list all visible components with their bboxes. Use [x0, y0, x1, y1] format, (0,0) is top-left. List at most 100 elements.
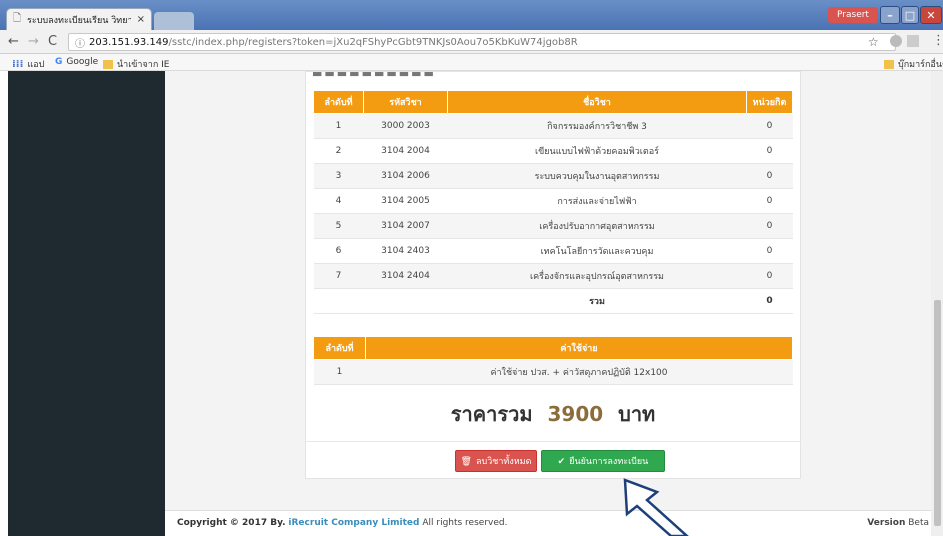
bookmark-label: แอป [27, 60, 45, 70]
minimize-button[interactable]: – [880, 6, 900, 24]
scrollbar-thumb[interactable] [934, 300, 941, 526]
cell-empty [313, 288, 364, 314]
screen: 🗋 ระบบลงทะเบียนเรียน วิทยาลั × Prasert –… [0, 0, 943, 536]
bookmark-label: บุ๊กมาร์กอื่นๆ [898, 60, 943, 70]
apps-grid-icon: ⁞⁞⁞ [12, 58, 24, 70]
bookmark-google[interactable]: G Google [55, 57, 98, 67]
table-row: 2 3104 2004 เขียนแบบไฟฟ้าด้วยคอมพิวเตอร์… [313, 138, 793, 164]
cell-code: 3000 2003 [363, 113, 448, 139]
url-input[interactable]: ⓘ 203.151.93.149 /sstc/index.php/registe… [68, 33, 896, 51]
browser-titlebar: 🗋 ระบบลงทะเบียนเรียน วิทยาลั × Prasert –… [0, 0, 943, 30]
cell-code: 3104 2403 [363, 238, 448, 264]
forward-icon[interactable]: → [28, 34, 39, 49]
cell-no: 4 [313, 188, 364, 214]
cell-code: 3104 2005 [363, 188, 448, 214]
address-bar: ← → C ⓘ 203.151.93.149 /sstc/index.php/r… [0, 30, 943, 54]
cell-no: 3 [313, 163, 364, 189]
google-icon: G [55, 57, 63, 67]
table-header-row: ลำดับที่ ค่าใช้จ่าย [313, 336, 793, 360]
bookmark-label: Google [66, 57, 99, 67]
cell-code: 3104 2404 [363, 263, 448, 289]
tab-title: ระบบลงทะเบียนเรียน วิทยาลั [27, 15, 131, 26]
total-label: รวม [447, 288, 747, 314]
folder-icon [884, 59, 894, 69]
reload-icon[interactable]: C [48, 34, 57, 49]
url-host: 203.151.93.149 [89, 36, 169, 48]
cell-name: เทคโนโลยีการวัดและควบคุม [447, 238, 747, 264]
table-header-row: ลำดับที่ รหัสวิชา ชื่อวิชา หน่วยกิต [313, 90, 793, 114]
copyright-prefix: Copyright © 2017 By. [177, 518, 286, 528]
cell-no: 1 [313, 359, 366, 385]
table-row: 5 3104 2007 เครื่องปรับอากาศอุตสาหกรรม 0 [313, 213, 793, 239]
bookmark-label: นำเข้าจาก IE [117, 60, 170, 70]
trash-icon: 🗑 [460, 455, 472, 466]
clear-subjects-label: ลบวิชาทั้งหมด [475, 456, 532, 466]
header-no: ลำดับที่ [313, 90, 364, 114]
annotation-arrow-icon [623, 478, 689, 536]
browser-menu-icon[interactable]: ⋮ [932, 33, 943, 48]
cell-name: การส่งและจ่ายไฟฟ้า [447, 188, 747, 214]
close-window-button[interactable]: ✕ [920, 6, 942, 24]
table-row: 4 3104 2005 การส่งและจ่ายไฟฟ้า 0 [313, 188, 793, 214]
footer: Copyright © 2017 By. iRecruit Company Li… [165, 510, 931, 536]
cell-no: 7 [313, 263, 364, 289]
folder-icon [103, 59, 113, 69]
cell-no: 6 [313, 238, 364, 264]
cell-no: 2 [313, 138, 364, 164]
cell-name: เขียนแบบไฟฟ้าด้วยคอมพิวเตอร์ [447, 138, 747, 164]
total-price: ราคารวม 3900 บาท [313, 398, 793, 430]
total-price-amount: 3900 [547, 402, 604, 426]
table-row: 1 3000 2003 กิจกรรมองค์การวิชาชีพ 3 0 [313, 113, 793, 139]
table-row: 1 ค่าใช้จ่าย ปวส. + ค่าวัสดุภาคปฏิบัติ 1… [313, 359, 793, 385]
bookmark-star-icon[interactable]: ☆ [868, 35, 879, 49]
new-tab-button[interactable] [154, 12, 194, 30]
browser-tab[interactable]: 🗋 ระบบลงทะเบียนเรียน วิทยาลั × [6, 8, 152, 30]
clear-subjects-button[interactable]: 🗑 ลบวิชาทั้งหมด [455, 450, 537, 472]
bookmarks-bar: ⁞⁞⁞ แอป G Google นำเข้าจาก IE บุ๊กมาร์กอ… [0, 54, 943, 71]
bookmark-other[interactable]: บุ๊กมาร์กอื่นๆ [884, 57, 943, 71]
subjects-table: ลำดับที่ รหัสวิชา ชื่อวิชา หน่วยกิต 1 30… [313, 90, 793, 314]
header-credit: หน่วยกิต [746, 90, 793, 114]
cell-empty [363, 288, 448, 314]
bookmark-folder-ie[interactable]: นำเข้าจาก IE [103, 57, 169, 71]
tab-close-icon[interactable]: × [137, 14, 145, 25]
extension-icon[interactable] [890, 35, 902, 47]
cell-credit: 0 [746, 188, 793, 214]
extension-icon[interactable] [907, 35, 919, 47]
header-no: ลำดับที่ [313, 336, 366, 360]
check-icon: ✔ [557, 455, 566, 466]
version-text: Version Beta [867, 518, 929, 528]
cell-credit: 0 [746, 213, 793, 239]
cell-credit: 0 [746, 113, 793, 139]
version-label: Version [867, 518, 906, 528]
sidebar [8, 71, 165, 536]
confirm-registration-button[interactable]: ✔ ยืนยันการลงทะเบียน [541, 450, 665, 472]
cell-name: เครื่องจักรและอุปกรณ์อุตสาหกรรม [447, 263, 747, 289]
section-title-cut: ▬▬▬▬▬▬▬▬▬▬ [312, 67, 436, 80]
user-profile-button[interactable]: Prasert [828, 7, 878, 23]
cell-name: เครื่องปรับอากาศอุตสาหกรรม [447, 213, 747, 239]
cell-name: ระบบควบคุมในงานอุตสาหกรรม [447, 163, 747, 189]
rights-text: All rights reserved. [422, 518, 508, 528]
back-icon[interactable]: ← [8, 34, 19, 49]
cell-credit: 0 [746, 263, 793, 289]
cell-credit: 0 [746, 163, 793, 189]
fees-table: ลำดับที่ ค่าใช้จ่าย 1 ค่าใช้จ่าย ปวส. + … [313, 336, 793, 385]
info-icon[interactable]: ⓘ [75, 35, 85, 50]
table-total-row: รวม 0 [313, 288, 793, 314]
table-row: 3 3104 2006 ระบบควบคุมในงานอุตสาหกรรม 0 [313, 163, 793, 189]
copyright-text: Copyright © 2017 By. iRecruit Company Li… [177, 518, 507, 528]
header-name: ชื่อวิชา [447, 90, 747, 114]
bookmark-apps[interactable]: ⁞⁞⁞ แอป [12, 57, 44, 71]
cell-code: 3104 2007 [363, 213, 448, 239]
cell-credit: 0 [746, 138, 793, 164]
total-credit: 0 [746, 288, 793, 314]
company-link[interactable]: iRecruit Company Limited [288, 518, 419, 528]
confirm-registration-label: ยืนยันการลงทะเบียน [569, 456, 649, 466]
cell-no: 5 [313, 213, 364, 239]
cell-name: กิจกรรมองค์การวิชาชีพ 3 [447, 113, 747, 139]
total-price-label: ราคารวม [450, 402, 533, 426]
maximize-button[interactable]: □ [901, 6, 919, 24]
header-code: รหัสวิชา [363, 90, 448, 114]
header-fee: ค่าใช้จ่าย [365, 336, 793, 360]
